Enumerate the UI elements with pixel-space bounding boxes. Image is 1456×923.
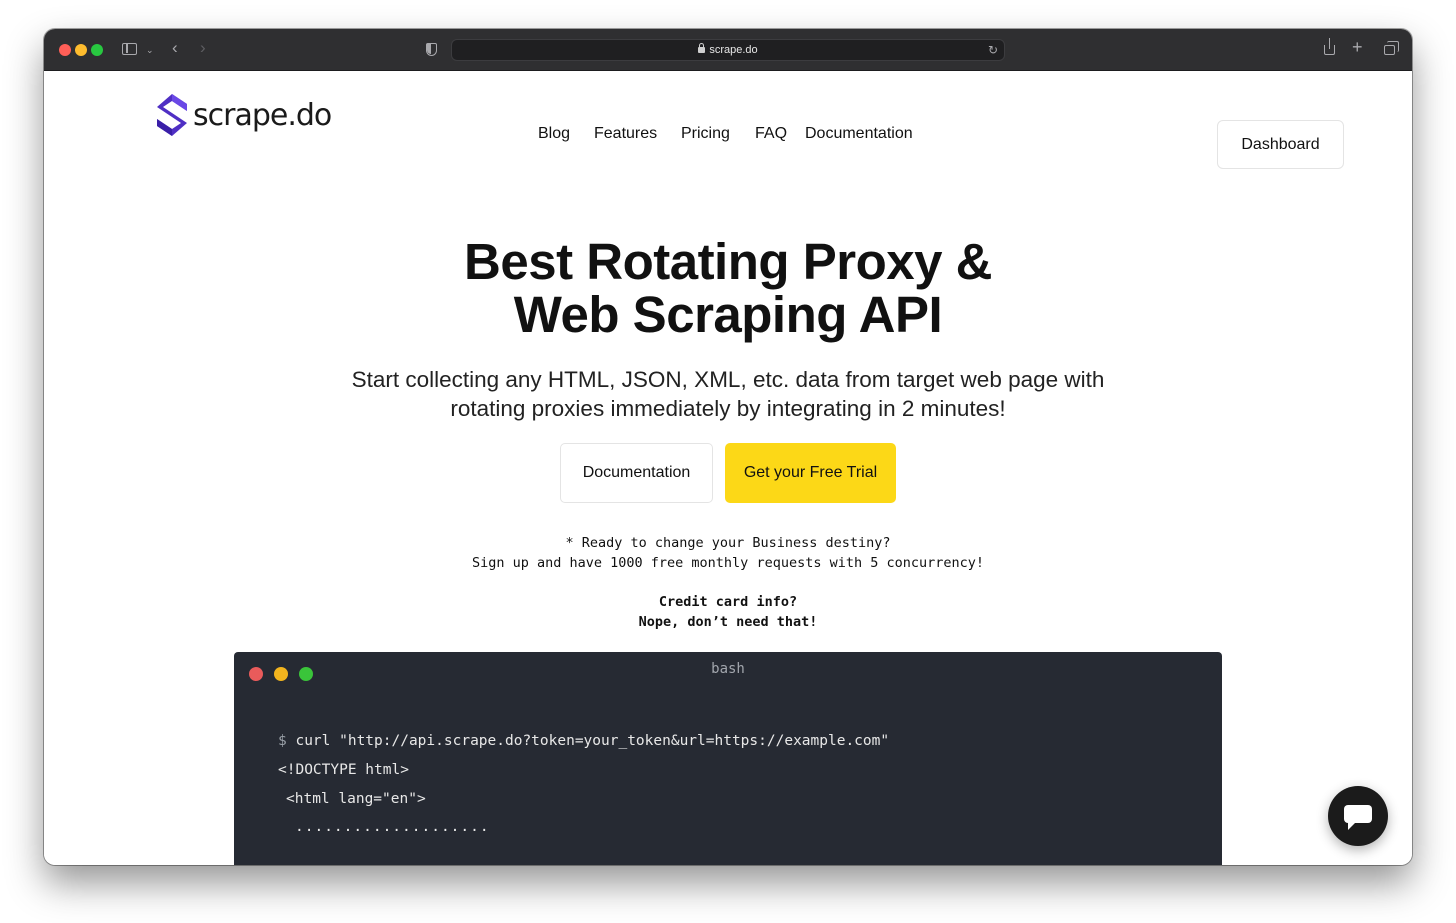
terminal-window: bash $ curl "http://api.scrape.do?token=… [234, 652, 1222, 865]
credit-card-note-line-1: Credit card info? [658, 594, 798, 610]
zoom-window-button[interactable] [91, 44, 103, 56]
reload-icon[interactable]: ↻ [988, 43, 998, 57]
dashboard-button[interactable]: Dashboard [1217, 120, 1344, 169]
nav-documentation[interactable]: Documentation [805, 124, 913, 144]
url-text: scrape.do [709, 44, 758, 56]
browser-toolbar: ⌄ ‹ › scrape.do ↻ + [44, 29, 1412, 71]
terminal-output-line-1: <!DOCTYPE html> [278, 762, 409, 778]
hero-subtitle-line-1: Start collecting any HTML, JSON, XML, et… [351, 367, 1105, 392]
new-tab-icon[interactable]: + [1352, 38, 1363, 56]
chevron-down-icon[interactable]: ⌄ [146, 43, 154, 57]
close-window-button[interactable] [59, 44, 71, 56]
address-bar[interactable]: scrape.do ↻ [451, 39, 1005, 61]
terminal-title: bash [711, 661, 745, 677]
terminal-command-line: $ curl "http://api.scrape.do?token=your_… [278, 732, 889, 750]
logo-mark-icon [157, 94, 187, 136]
hero-subtitle-line-2: rotating proxies immediately by integrat… [450, 396, 1006, 421]
credit-card-note-line-2: Nope, don’t need that! [638, 614, 818, 630]
signup-note-line-1: * Ready to change your Business destiny? [565, 535, 891, 551]
hero-title-line-1: Best Rotating Proxy & [464, 233, 992, 290]
web-page: scrape.do Blog Features Pricing FAQ Docu… [44, 71, 1412, 865]
hero-title: Best Rotating Proxy & Web Scraping API [44, 235, 1412, 341]
nav-blog[interactable]: Blog [538, 124, 570, 144]
lock-icon [698, 43, 706, 53]
free-trial-button[interactable]: Get your Free Trial [725, 443, 896, 503]
logo[interactable]: scrape.do [156, 94, 332, 140]
nav-pricing[interactable]: Pricing [681, 124, 730, 144]
tabs-overview-icon[interactable] [1384, 41, 1399, 55]
credit-card-note: Credit card info? Nope, don’t need that! [44, 592, 1412, 632]
terminal-command: curl "http://api.scrape.do?token=your_to… [295, 733, 890, 749]
signup-note: * Ready to change your Business destiny?… [44, 533, 1412, 573]
nav-faq[interactable]: FAQ [755, 124, 787, 144]
sidebar-icon[interactable] [122, 43, 137, 55]
shield-icon[interactable] [426, 43, 437, 56]
browser-window: ⌄ ‹ › scrape.do ↻ + scrape.do Blog Featu… [44, 29, 1412, 865]
minimize-window-button[interactable] [75, 44, 87, 56]
logo-text: scrape.do [193, 98, 332, 133]
documentation-button[interactable]: Documentation [560, 443, 713, 503]
terminal-output-line-3: .................... [295, 819, 490, 835]
hero-subtitle: Start collecting any HTML, JSON, XML, et… [44, 365, 1412, 423]
terminal-output-line-2: <html lang="en"> [286, 791, 426, 807]
signup-note-line-2: Sign up and have 1000 free monthly reque… [471, 555, 985, 571]
nav-features[interactable]: Features [594, 124, 657, 144]
hero-title-line-2: Web Scraping API [513, 286, 943, 343]
chat-widget-button[interactable] [1328, 786, 1388, 846]
forward-icon[interactable]: › [200, 39, 206, 56]
terminal-prompt: $ [278, 733, 287, 749]
back-icon[interactable]: ‹ [172, 39, 178, 56]
share-icon[interactable] [1324, 38, 1335, 55]
chat-icon [1344, 805, 1372, 830]
